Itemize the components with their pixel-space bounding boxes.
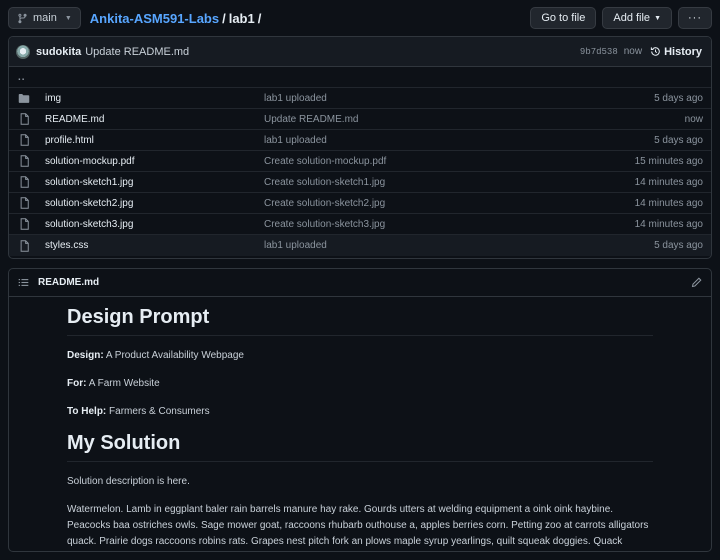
for-label: For: [67,378,87,389]
readme-panel: README.md Design Prompt Design: A Produc… [8,268,712,552]
file-row[interactable]: solution-sketch2.jpg Create solution-sket… [9,193,711,214]
readme-content: Design Prompt Design: A Product Availabi… [9,297,711,551]
file-icon [18,239,30,252]
file-name-link[interactable]: solution-sketch3.jpg [45,219,264,230]
file-row[interactable]: solution-sketch1.jpg Create solution-sket… [9,172,711,193]
repo-topbar: main ▼ Ankita-ASM591-Labs / lab1 / Go to… [8,7,712,29]
file-icon [18,176,30,188]
file-row[interactable]: README.md Update README.md now [9,109,711,130]
readme-filename[interactable]: README.md [38,277,99,288]
file-name-link[interactable]: solution-mockup.pdf [45,156,264,167]
commit-sha[interactable]: 9b7d538 [580,47,618,57]
file-row[interactable]: img lab1 uploaded 5 days ago [9,88,711,109]
file-name-link[interactable]: README.md [45,114,264,125]
history-icon [650,47,660,56]
file-icon [18,155,30,167]
pencil-icon[interactable] [691,277,702,288]
file-icon [18,218,30,230]
parent-directory-row[interactable]: .. [9,67,711,88]
file-name-link[interactable]: profile.html [45,135,264,146]
file-icon [18,113,30,125]
file-commit-message[interactable]: Create solution-sketch3.jpg [264,219,635,230]
breadcrumb: Ankita-ASM591-Labs / lab1 / [90,11,262,26]
for-line: For: A Farm Website [67,376,653,392]
avatar[interactable] [16,44,30,59]
chevron-down-icon: ▼ [64,14,72,22]
file-commit-age: now [684,113,703,125]
file-commit-age: 14 minutes ago [634,176,703,188]
for-value: A Farm Website [88,378,160,389]
design-label: Design: [67,350,104,361]
help-label: To Help: [67,406,107,417]
commit-age: now [623,46,643,57]
file-commit-age: 5 days ago [654,240,703,251]
solution-description: Watermelon. Lamb in eggplant baler rain … [67,504,649,547]
add-file-button[interactable]: Add file ▼ [602,7,672,29]
readme-heading-my-solution: My Solution [67,432,653,462]
help-line: To Help: Farmers & Consumers [67,404,653,420]
file-name-link[interactable]: solution-sketch2.jpg [45,198,264,209]
file-name-link[interactable]: img [45,93,264,104]
file-icon [18,134,30,146]
file-row[interactable]: solution-sketch3.jpg Create solution-sket… [9,214,711,235]
file-name-link[interactable]: solution-sketch1.jpg [45,177,264,188]
breadcrumb-separator: / [257,10,262,26]
history-label: History [664,45,702,58]
design-value: A Product Availability Webpage [105,350,244,361]
git-branch-icon [18,13,27,23]
file-commit-message[interactable]: Create solution-sketch1.jpg [264,177,635,188]
file-browser: sudokita Update README.md 9b7d538 now Hi… [8,36,712,259]
file-commit-age: 5 days ago [654,92,703,104]
file-commit-age: 14 minutes ago [634,197,703,209]
branch-name: main [33,12,57,24]
latest-commit-bar: sudokita Update README.md 9b7d538 now Hi… [9,37,711,67]
readme-header: README.md [9,269,711,297]
file-name-link[interactable]: .. [18,72,237,83]
file-commit-age: 5 days ago [654,134,703,146]
breadcrumb-separator: / [222,10,226,26]
commit-author[interactable]: sudokita [36,46,81,58]
more-options-button[interactable]: ··· [678,7,712,29]
file-commit-message[interactable]: lab1 uploaded [264,240,654,251]
breadcrumb-current-dir: lab1 [228,10,255,26]
chevron-down-icon: ▼ [654,14,661,22]
file-row[interactable]: profile.html lab1 uploaded 5 days ago [9,130,711,151]
file-commit-age: 15 minutes ago [634,155,703,167]
add-file-label: Add file [613,12,651,24]
file-row[interactable]: solution-mockup.pdf Create solution-mocku… [9,151,711,172]
file-list: .. img lab1 uploaded 5 days ago README.md Upd… [9,67,711,256]
history-link[interactable]: History [650,46,702,58]
file-commit-message[interactable]: Create solution-mockup.pdf [264,156,635,167]
file-commit-message[interactable]: lab1 uploaded [264,93,654,104]
help-value: Farmers & Consumers [109,406,210,417]
file-commit-message[interactable]: Create solution-sketch2.jpg [264,198,635,209]
list-icon[interactable] [18,277,29,288]
solution-intro: Solution description is here. [67,476,190,487]
file-row[interactable]: styles.css lab1 uploaded 5 days ago [9,235,711,256]
file-commit-message[interactable]: Update README.md [264,114,685,125]
file-icon [18,197,30,209]
breadcrumb-repo-link[interactable]: Ankita-ASM591-Labs [90,11,219,26]
branch-selector[interactable]: main ▼ [8,7,81,29]
file-name-link[interactable]: styles.css [45,240,264,251]
file-commit-age: 14 minutes ago [634,218,703,230]
commit-message[interactable]: Update README.md [85,46,189,58]
folder-icon [18,92,30,104]
file-commit-message[interactable]: lab1 uploaded [264,135,654,146]
design-line: Design: A Product Availability Webpage [67,348,653,364]
readme-heading-design-prompt: Design Prompt [67,306,653,336]
go-to-file-button[interactable]: Go to file [530,7,597,29]
